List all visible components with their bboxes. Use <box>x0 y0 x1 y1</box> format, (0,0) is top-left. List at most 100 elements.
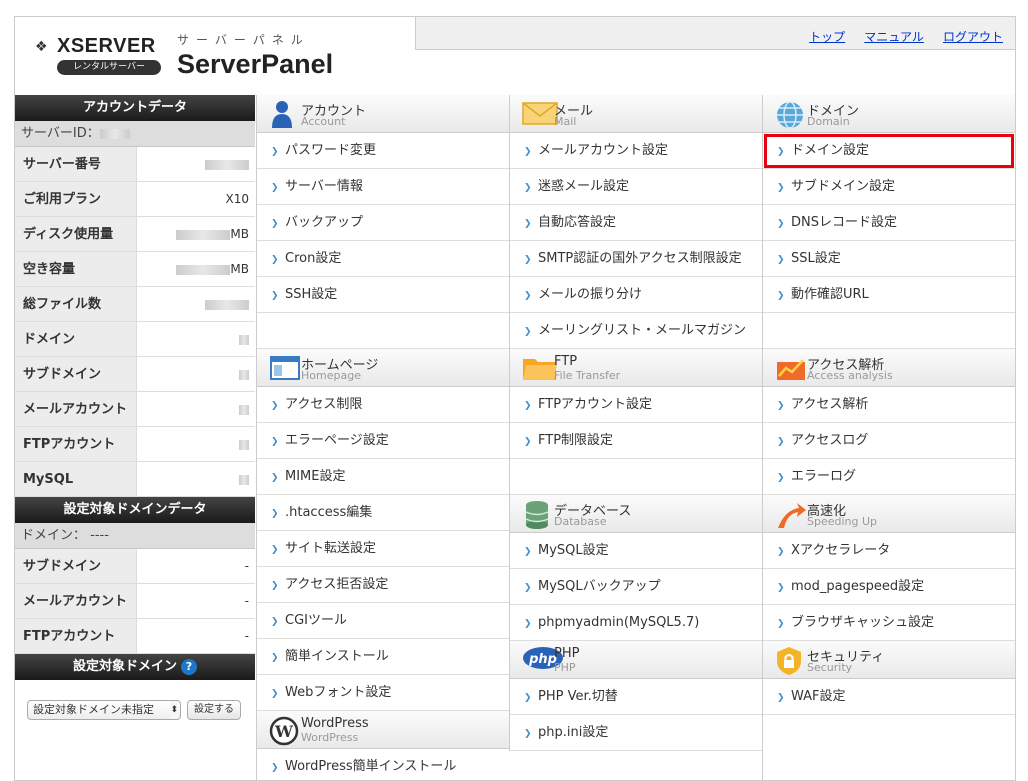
menu-item-link[interactable]: ❯ .htaccess編集 <box>257 495 509 531</box>
set-domain-button[interactable]: 設定する <box>187 700 241 720</box>
menu-item-link[interactable]: ❯ アクセスログ <box>763 423 1015 459</box>
row-value <box>137 357 255 391</box>
header: ❖ XSERVER レンタルサーバー サーバーパネル ServerPanel ト… <box>15 17 1015 95</box>
menu-item-label: メールアカウント設定 <box>538 143 669 158</box>
menu-item-link[interactable]: ❯ Webフォント設定 <box>257 675 509 711</box>
bullet-arrow-icon: ❯ <box>524 693 532 703</box>
category-subtitle: Database <box>554 515 607 528</box>
database-icon <box>522 500 556 529</box>
nav-top-link[interactable]: トップ <box>809 30 845 44</box>
menu-item-link[interactable]: ❯ 自動応答設定 <box>510 205 762 241</box>
menu-column: メール Mail ❯ メールアカウント設定 ❯ 迷惑メール設定 ❯ 自動応答設定 ❯ SMTP認証… <box>509 95 762 751</box>
menu-item-link[interactable]: ❯ バックアップ <box>257 205 509 241</box>
category-header: php PHP PHP <box>510 641 762 679</box>
category-title: PHP <box>554 646 580 661</box>
menu-item-link[interactable]: ❯ アクセス解析 <box>763 387 1015 423</box>
bullet-arrow-icon: ❯ <box>524 219 532 229</box>
bullet-arrow-icon: ❯ <box>271 653 279 663</box>
bullet-arrow-icon: ❯ <box>271 509 279 519</box>
menu-item-link[interactable]: ❯ MySQLバックアップ <box>510 569 762 605</box>
menu-item-link[interactable]: ❯ サブドメイン設定 <box>763 169 1015 205</box>
row-label: ドメイン <box>15 322 137 356</box>
menu-item-link[interactable]: ❯ アクセス制限 <box>257 387 509 423</box>
sidebar-data-row: サブドメイン - <box>15 549 255 584</box>
menu-item-link[interactable]: ❯ CGIツール <box>257 603 509 639</box>
menu-item-link[interactable]: ❯ phpmyadmin(MySQL5.7) <box>510 605 762 641</box>
menu-item-link[interactable]: ❯ 迷惑メール設定 <box>510 169 762 205</box>
sidebar-data-row: メールアカウント - <box>15 584 255 619</box>
menu-item-link[interactable]: ❯ メールアカウント設定 <box>510 133 762 169</box>
menu-item-link[interactable]: ❯ パスワード変更 <box>257 133 509 169</box>
server-panel-frame: ❖ XSERVER レンタルサーバー サーバーパネル ServerPanel ト… <box>14 16 1016 781</box>
menu-item-link[interactable]: ❯ php.ini設定 <box>510 715 762 751</box>
menu-item-label: ブラウザキャッシュ設定 <box>791 615 935 630</box>
domain-rows: サブドメイン - メールアカウント - FTPアカウント - <box>15 549 255 654</box>
server-id-row: サーバーID： <box>15 121 255 147</box>
category-header: メール Mail <box>510 95 762 133</box>
menu-item-link[interactable]: ❯ MySQL設定 <box>510 533 762 569</box>
menu-item-link[interactable]: ❯ mod_pagespeed設定 <box>763 569 1015 605</box>
menu-item-link[interactable]: ❯ FTP制限設定 <box>510 423 762 459</box>
menu-item-label: SSL設定 <box>791 251 841 266</box>
menu-item-link[interactable]: ❯ サイト転送設定 <box>257 531 509 567</box>
bullet-arrow-icon: ❯ <box>777 255 785 265</box>
menu-item-label: SMTP認証の国外アクセス制限設定 <box>538 251 742 266</box>
menu-item-link[interactable]: ❯ メーリングリスト・メールマガジン <box>510 313 762 349</box>
menu-item-link[interactable]: ❯ DNSレコード設定 <box>763 205 1015 241</box>
row-value: MB <box>137 217 255 251</box>
category-header: FTP File Transfer <box>510 349 762 387</box>
mail-icon <box>522 100 558 128</box>
bullet-arrow-icon: ❯ <box>271 183 279 193</box>
menu-item-label: バックアップ <box>285 215 364 230</box>
menu-item-link[interactable]: ❯ PHP Ver.切替 <box>510 679 762 715</box>
domain-data-heading: 設定対象ドメインデータ <box>15 497 255 523</box>
row-value: MB <box>137 252 255 286</box>
menu-item-label: Cron設定 <box>285 251 342 266</box>
menu-item-link[interactable]: ❯ Xアクセラレータ <box>763 533 1015 569</box>
bullet-arrow-icon: ❯ <box>777 693 785 703</box>
category-header: データベース Database <box>510 495 762 533</box>
menu-item-link[interactable]: ❯ SMTP認証の国外アクセス制限設定 <box>510 241 762 277</box>
nav-logout-link[interactable]: ログアウト <box>943 30 1003 44</box>
menu-item-link[interactable]: ❯ エラーログ <box>763 459 1015 495</box>
nav-manual-link[interactable]: マニュアル <box>864 30 924 44</box>
menu-item-link[interactable]: ❯ アクセス拒否設定 <box>257 567 509 603</box>
menu-item-link[interactable]: ❯ サーバー情報 <box>257 169 509 205</box>
category-title: FTP <box>554 354 578 369</box>
help-icon[interactable]: ? <box>181 659 197 675</box>
menu-item-link[interactable]: ❯ 動作確認URL <box>763 277 1015 313</box>
redacted-value <box>99 128 130 139</box>
svg-text:php: php <box>528 652 557 667</box>
server-id-label: サーバーID： <box>21 126 100 141</box>
menu-item-link[interactable]: ❯ SSL設定 <box>763 241 1015 277</box>
row-value <box>137 147 255 181</box>
menu-item-link[interactable]: ❯ WordPress簡単インストール <box>257 749 509 780</box>
panel-title: ServerPanel <box>177 49 334 79</box>
bullet-arrow-icon: ❯ <box>524 255 532 265</box>
menu-item-label: WordPress簡単インストール <box>285 759 457 774</box>
menu-item-link[interactable]: ❯ ドメイン設定 <box>763 133 1015 169</box>
menu-item-link[interactable]: ❯ メールの振り分け <box>510 277 762 313</box>
menu-item-link[interactable]: ❯ MIME設定 <box>257 459 509 495</box>
row-label: 総ファイル数 <box>15 287 137 321</box>
menu-item-link[interactable]: ❯ SSH設定 <box>257 277 509 313</box>
row-label: サブドメイン <box>15 549 137 583</box>
menu-item-link[interactable]: ❯ 簡単インストール <box>257 639 509 675</box>
menu-item-link[interactable]: ❯ ブラウザキャッシュ設定 <box>763 605 1015 641</box>
menu-item-label: FTPアカウント設定 <box>538 397 653 412</box>
svg-text:W: W <box>274 722 294 741</box>
security-lock-icon <box>775 646 809 675</box>
bullet-arrow-icon: ❯ <box>524 547 532 557</box>
menu-item-link[interactable]: ❯ FTPアカウント設定 <box>510 387 762 423</box>
menu-item-label: 迷惑メール設定 <box>538 179 630 194</box>
menu-item-link[interactable]: ❯ WAF設定 <box>763 679 1015 715</box>
menu-item-link[interactable]: ❯ Cron設定 <box>257 241 509 277</box>
category-subtitle: Account <box>301 115 346 128</box>
sidebar-data-row: ご利用プラン X10 <box>15 182 255 217</box>
category-header: W WordPress WordPress <box>257 711 509 749</box>
target-domain-select[interactable]: 設定対象ドメイン未指定 ⬍ <box>27 700 181 720</box>
empty-cell <box>763 715 1015 780</box>
row-label: メールアカウント <box>15 392 137 426</box>
bullet-arrow-icon: ❯ <box>524 291 532 301</box>
menu-item-link[interactable]: ❯ エラーページ設定 <box>257 423 509 459</box>
